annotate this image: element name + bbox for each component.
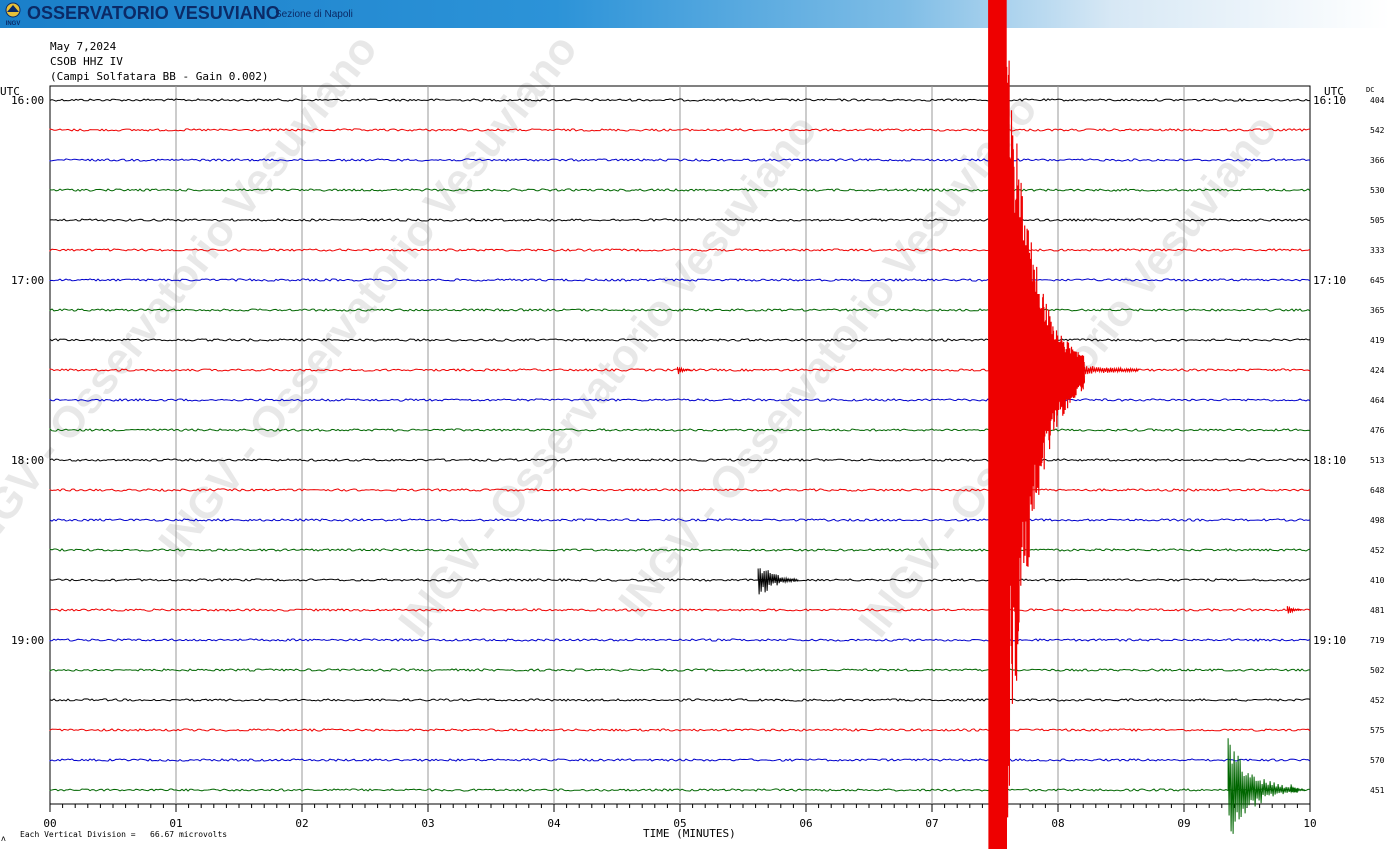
dc-offset-label: 410 xyxy=(1370,576,1385,585)
x-tick-label: 04 xyxy=(547,817,561,830)
dc-offset-label: 333 xyxy=(1370,246,1385,255)
seismic-event xyxy=(1286,606,1302,614)
x-tick-label: 03 xyxy=(421,817,434,830)
dc-offset-label: 502 xyxy=(1370,666,1385,675)
x-tick-label: 01 xyxy=(169,817,182,830)
dc-offset-label: 464 xyxy=(1370,396,1385,405)
dc-offset-label: 570 xyxy=(1370,756,1385,765)
right-time-label: 17:10 xyxy=(1313,274,1346,287)
dc-offset-label: 542 xyxy=(1370,126,1385,135)
right-time-label: 16:10 xyxy=(1313,94,1346,107)
dc-offset-label: 366 xyxy=(1370,156,1385,165)
dc-offset-label: 505 xyxy=(1370,216,1385,225)
x-tick-label: 08 xyxy=(1051,817,1064,830)
dc-offset-label: 719 xyxy=(1370,636,1385,645)
watermark-text: INGV - Osservatorio Vesuviano xyxy=(609,85,1047,626)
dc-offset-label: 365 xyxy=(1370,306,1385,315)
x-tick-label: 06 xyxy=(799,817,812,830)
watermark-layer: INGV - Osservatorio VesuvianoINGV - Osse… xyxy=(0,25,1287,646)
x-tick-label: 07 xyxy=(925,817,938,830)
scale-note: Each Vertical Division = 66.67 microvolt… xyxy=(20,830,228,839)
dc-offset-label: 645 xyxy=(1370,276,1385,285)
left-time-label: 17:00 xyxy=(11,274,44,287)
right-time-label: 19:10 xyxy=(1313,634,1346,647)
left-time-label: 19:00 xyxy=(11,634,44,647)
dc-offset-label: 498 xyxy=(1370,516,1385,525)
dc-label: DC xyxy=(1366,86,1374,94)
left-time-label: 16:00 xyxy=(11,94,44,107)
right-time-label: 18:10 xyxy=(1313,454,1346,467)
dc-offset-label: 452 xyxy=(1370,696,1385,705)
dc-offset-label: 513 xyxy=(1370,456,1385,465)
dc-offset-label: 648 xyxy=(1370,486,1385,495)
dc-offset-label: 575 xyxy=(1370,726,1385,735)
dc-offset-label: 404 xyxy=(1370,96,1385,105)
x-tick-label: 09 xyxy=(1177,817,1190,830)
left-time-label: 18:00 xyxy=(11,454,44,467)
x-axis-title: TIME (MINUTES) xyxy=(643,827,736,840)
dc-offset-label: 452 xyxy=(1370,546,1385,555)
seismic-event xyxy=(1227,738,1299,834)
x-tick-label: 10 xyxy=(1303,817,1316,830)
dc-offset-label: 530 xyxy=(1370,186,1385,195)
seismogram-plot: INGV - Osservatorio VesuvianoINGV - Osse… xyxy=(0,0,1385,849)
dc-offset-label: 481 xyxy=(1370,606,1385,615)
dc-offset-label: 424 xyxy=(1370,366,1385,375)
dc-offset-label: 476 xyxy=(1370,426,1385,435)
dc-offset-label: 419 xyxy=(1370,336,1385,345)
footer-marker: ʌ xyxy=(1,834,6,843)
x-tick-label: 00 xyxy=(43,817,56,830)
dc-offset-label: 451 xyxy=(1370,786,1385,795)
x-tick-label: 02 xyxy=(295,817,308,830)
seismic-event xyxy=(757,568,799,595)
